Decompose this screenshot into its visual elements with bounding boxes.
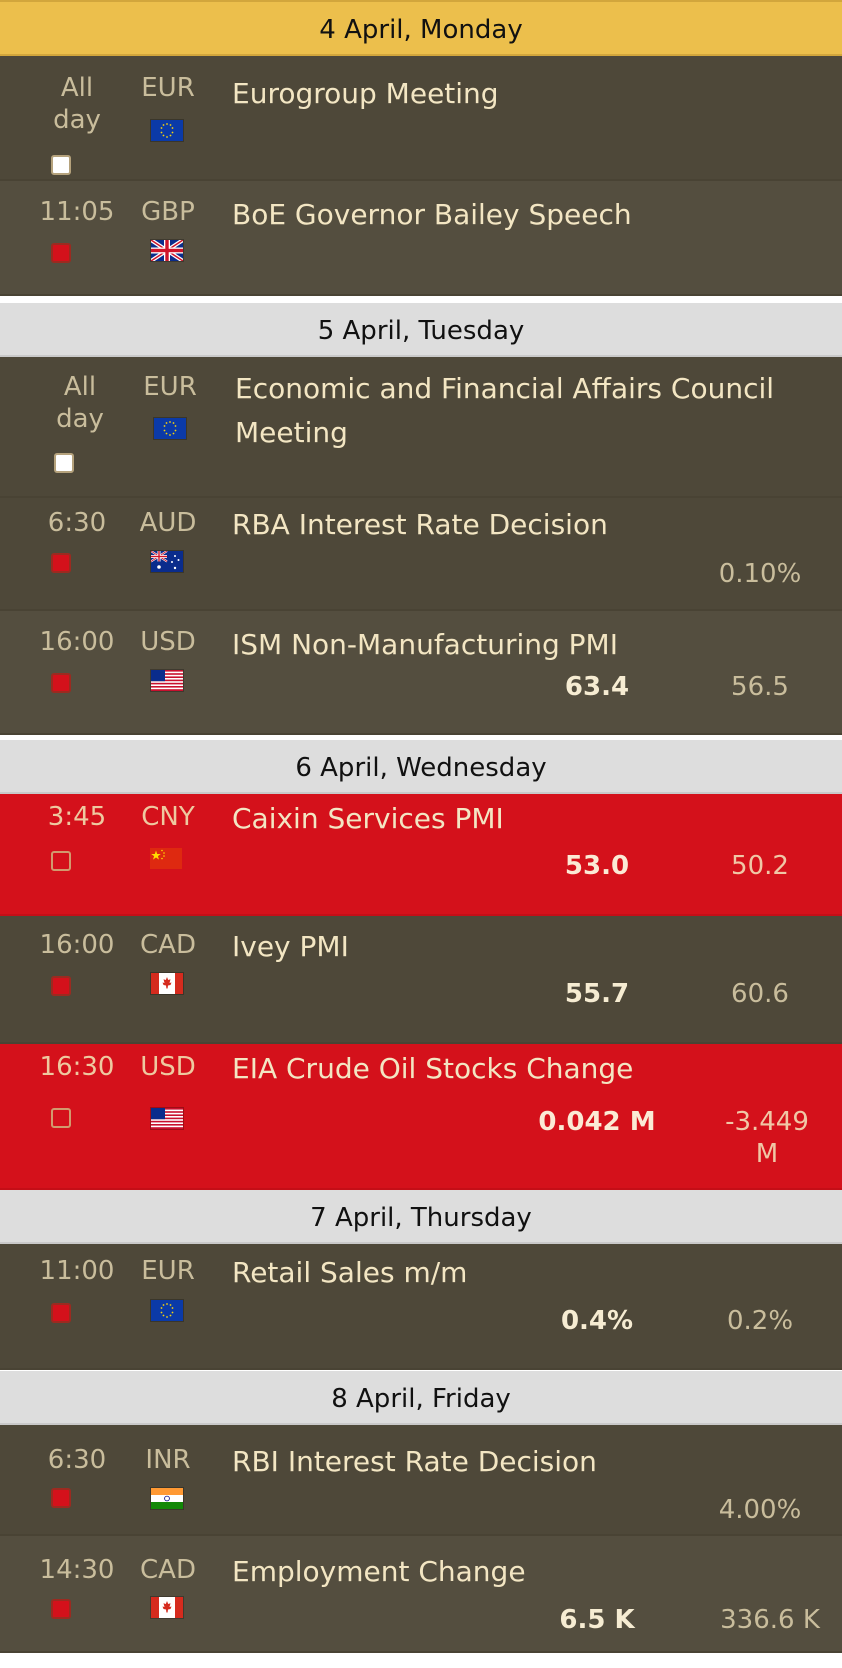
event-title: Ivey PMI [232,930,349,963]
event-actual: 63.4 [564,672,630,702]
event-time: 16:00 [39,930,115,960]
importance-checkbox[interactable] [51,1488,71,1508]
event-actual: 0.4% [560,1306,634,1336]
event-previous: 50.2 [731,851,789,881]
event-currency: CAD [140,930,196,960]
event-actual: 6.5 K [559,1605,635,1635]
event-row[interactable]: All day EUR Eurogroup Meeting [0,56,842,181]
day-header[interactable]: 7 April, Thursday [0,1188,842,1244]
event-time: 16:00 [39,627,115,657]
event-currency: USD [140,627,196,657]
event-title: RBA Interest Rate Decision [232,508,608,541]
event-time: All day [56,372,104,434]
event-time: 6:30 [47,1445,107,1475]
eu-flag-icon [150,119,184,142]
event-time: 11:00 [39,1256,115,1286]
event-row[interactable]: 11:05 GBP BoE Governor Bailey Speech [0,181,842,296]
us-flag-icon [150,1107,184,1130]
importance-checkbox[interactable] [51,553,71,573]
event-title: Economic and Financial Affairs Council M… [235,372,775,449]
event-row[interactable]: 16:00 USD ISM Non-Manufacturing PMI 63.4… [0,611,842,735]
event-row[interactable]: All day EUR Economic and Financial Affai… [0,357,842,498]
event-title: BoE Governor Bailey Speech [232,198,632,231]
importance-checkbox[interactable] [51,243,71,263]
event-currency: EUR [143,372,197,402]
importance-checkbox[interactable] [51,673,71,693]
event-actual: 0.042 M [538,1107,656,1137]
event-time: 16:30 [39,1052,115,1082]
event-previous: 60.6 [731,979,789,1009]
event-time: 14:30 [39,1555,115,1585]
eu-flag-icon [153,417,187,440]
event-row[interactable]: 6:30 INR RBI Interest Rate Decision 4.00… [0,1425,842,1536]
india-flag-icon [150,1487,184,1510]
event-previous: 0.10% [718,559,802,589]
event-currency: CAD [140,1555,196,1585]
importance-checkbox[interactable] [54,453,74,473]
event-currency: EUR [141,1256,195,1286]
event-previous: -3.449 M [725,1107,809,1169]
day-header[interactable]: 5 April, Tuesday [0,301,842,357]
importance-checkbox[interactable] [51,155,71,175]
event-row[interactable]: 14:30 CAD Employment Change 6.5 K 336.6 … [0,1536,842,1653]
economic-calendar: 4 April, Monday All day EUR Eurogroup Me… [0,0,842,1653]
importance-checkbox[interactable] [51,1303,71,1323]
day-header[interactable]: 6 April, Wednesday [0,738,842,794]
event-actual: 53.0 [564,851,630,881]
australia-flag-icon [150,550,184,573]
event-currency: EUR [141,73,195,103]
us-flag-icon [150,669,184,692]
event-previous: 336.6 K [720,1605,820,1635]
event-row[interactable]: 11:00 EUR Retail Sales m/m 0.4% 0.2% [0,1244,842,1370]
event-row[interactable]: 16:00 CAD Ivey PMI 55.7 60.6 [0,916,842,1044]
event-actual: 55.7 [564,979,630,1009]
canada-flag-icon [150,972,184,995]
event-currency: INR [145,1445,191,1475]
event-title: RBI Interest Rate Decision [232,1445,597,1478]
event-title: Caixin Services PMI [232,802,504,835]
importance-checkbox[interactable] [51,1599,71,1619]
day-header[interactable]: 8 April, Friday [0,1369,842,1425]
event-row[interactable]: 6:30 AUD RBA Interest Rate Decision 0.10… [0,498,842,611]
event-title: EIA Crude Oil Stocks Change [232,1052,634,1085]
event-previous: 4.00% [718,1495,802,1525]
event-time: 11:05 [39,197,115,227]
event-previous: 0.2% [726,1306,794,1336]
canada-flag-icon [150,1596,184,1619]
event-time: All day [53,73,101,135]
china-flag-icon [150,848,182,869]
uk-flag-icon [150,239,184,262]
event-row[interactable]: 16:30 USD EIA Crude Oil Stocks Change 0.… [0,1044,842,1190]
event-currency: USD [140,1052,196,1082]
event-row[interactable]: 3:45 CNY Caixin Services PMI 53.0 50.2 [0,794,842,916]
importance-checkbox[interactable] [51,1108,71,1128]
event-previous: 56.5 [731,672,789,702]
event-time: 6:30 [47,508,107,538]
event-time: 3:45 [47,802,107,832]
importance-checkbox[interactable] [51,976,71,996]
event-title: Employment Change [232,1555,526,1588]
day-header[interactable]: 4 April, Monday [0,0,842,56]
event-title: Eurogroup Meeting [232,77,499,110]
event-currency: GBP [141,197,195,227]
event-currency: CNY [141,802,195,832]
event-currency: AUD [139,508,197,538]
event-title: Retail Sales m/m [232,1256,468,1289]
importance-checkbox[interactable] [51,851,71,871]
event-title: ISM Non-Manufacturing PMI [232,628,618,661]
eu-flag-icon [150,1299,184,1322]
